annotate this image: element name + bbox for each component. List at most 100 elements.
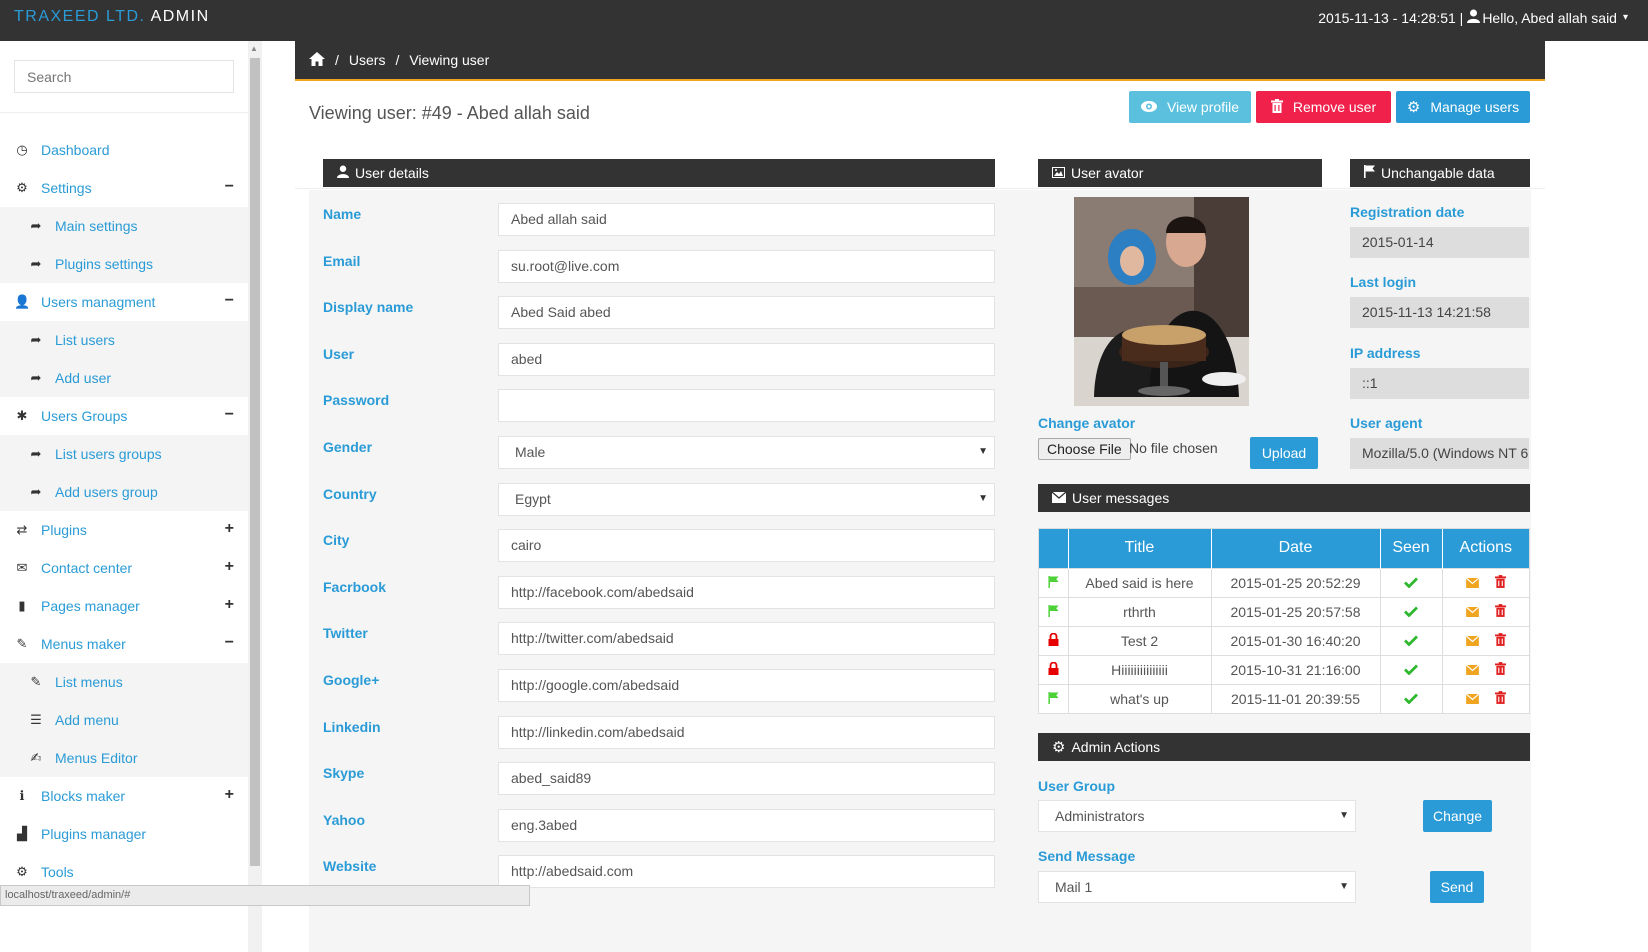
sidebar-item-add-menu[interactable]: ☰ Add menu [0, 701, 248, 739]
collapse-icon[interactable]: − [225, 292, 234, 310]
collapse-icon[interactable]: − [225, 178, 234, 196]
sidebar-item-list-menus[interactable]: ✎ List menus [0, 663, 248, 701]
sidebar-item-label: Pages manager [41, 598, 140, 614]
sidebar-item-plugins[interactable]: ⇄ Plugins + [0, 511, 248, 549]
reply-envelope-icon[interactable] [1465, 691, 1479, 707]
col-date[interactable]: Date [1211, 529, 1381, 568]
delete-trash-icon[interactable] [1494, 632, 1506, 649]
collapse-icon[interactable]: − [225, 406, 234, 424]
sidebar-item-main-settings[interactable]: ➦ Main settings [0, 207, 248, 245]
sidebar-item-blocks-maker[interactable]: ℹ Blocks maker + [0, 777, 248, 815]
info-icon: ℹ [19, 788, 25, 803]
search-input[interactable] [14, 60, 234, 93]
change-group-button[interactable]: Change [1423, 800, 1492, 832]
user-agent-value: Mozilla/5.0 (Windows NT 6 [1350, 437, 1529, 469]
password-field[interactable] [498, 389, 995, 423]
message-date: 2015-10-31 21:16:00 [1211, 654, 1381, 684]
reply-envelope-icon[interactable] [1465, 633, 1479, 649]
messages-table: Title Date Seen Actions Abed said is her… [1038, 528, 1530, 714]
reply-envelope-icon[interactable] [1465, 604, 1479, 620]
table-row[interactable]: rthrth 2015-01-25 20:57:58 [1039, 596, 1529, 626]
home-icon[interactable] [309, 51, 325, 69]
page-title: Viewing user: #49 - Abed allah said [309, 103, 590, 123]
choose-file-button[interactable]: Choose File [1038, 438, 1131, 460]
sidebar-item-pages-manager[interactable]: ▮ Pages manager + [0, 587, 248, 625]
edit-icon: ✍ [30, 750, 42, 765]
delete-trash-icon[interactable] [1494, 661, 1506, 678]
sidebar-item-contact-center[interactable]: ✉ Contact center + [0, 549, 248, 587]
message-title[interactable]: Hiiiiiiiiiiiiiii [1068, 654, 1212, 684]
reply-envelope-icon[interactable] [1465, 662, 1479, 678]
skype-field[interactable]: abed_said89 [498, 762, 995, 796]
table-row[interactable]: Abed said is here 2015-01-25 20:52:29 [1039, 567, 1529, 597]
remove-user-label: Remove user [1292, 99, 1377, 115]
google--field[interactable]: http://google.com/abedsaid [498, 669, 995, 702]
sidebar-item-plugins-settings[interactable]: ➦ Plugins settings [0, 245, 248, 283]
expand-icon[interactable]: + [225, 520, 234, 538]
sidebar-item-users-groups[interactable]: ✱ Users Groups − [0, 397, 248, 435]
table-row[interactable]: Test 2 2015-01-30 16:40:20 [1039, 625, 1529, 655]
sidebar-item-label: Add users group [55, 484, 158, 500]
gender-select[interactable]: Male ▼ [498, 436, 995, 469]
email-label: Email [323, 252, 361, 269]
envelope-icon: ✉ [16, 560, 28, 575]
view-profile-button[interactable]: View profile [1129, 91, 1251, 123]
collapse-icon[interactable]: − [225, 634, 234, 652]
email-field[interactable]: su.root@live.com [498, 249, 995, 283]
message-date: 2015-01-25 20:52:29 [1211, 567, 1381, 597]
col-title[interactable]: Title [1068, 529, 1212, 568]
twitter-field[interactable]: http://twitter.com/abedsaid [498, 622, 995, 656]
table-row[interactable]: Hiiiiiiiiiiiiiii 2015-10-31 21:16:00 [1039, 654, 1529, 684]
share-icon: ➦ [30, 256, 42, 271]
table-row[interactable]: what's up 2015-11-01 20:39:55 [1039, 683, 1529, 713]
user-field[interactable]: abed [498, 342, 995, 376]
country-select[interactable]: Egypt ▼ [498, 482, 995, 516]
col-seen[interactable]: Seen [1380, 529, 1443, 568]
display-name-field[interactable]: Abed Said abed [498, 296, 995, 330]
expand-icon[interactable]: + [225, 786, 234, 804]
sidebar-scrollbar-thumb[interactable] [250, 58, 260, 866]
city-field[interactable]: cairo [498, 529, 995, 563]
breadcrumb-users[interactable]: Users [349, 52, 386, 68]
sidebar-item-settings[interactable]: ⚙ Settings − [0, 169, 248, 207]
sidebar-item-add-users-group[interactable]: ➦ Add users group [0, 473, 248, 511]
reply-envelope-icon[interactable] [1465, 575, 1479, 591]
expand-icon[interactable]: + [225, 558, 234, 576]
sidebar-item-label: List menus [55, 674, 123, 690]
sidebar-item-menus-maker[interactable]: ✎ Menus maker − [0, 625, 248, 663]
remove-user-button[interactable]: Remove user [1256, 91, 1391, 123]
delete-trash-icon[interactable] [1494, 603, 1506, 620]
facrbook-field[interactable]: http://facebook.com/abedsaid [498, 575, 995, 609]
message-title[interactable]: Test 2 [1068, 625, 1212, 655]
yahoo-field[interactable]: eng.3abed [498, 808, 995, 842]
sidebar-item-menus-editor[interactable]: ✍ Menus Editor [0, 739, 248, 777]
expand-icon[interactable]: + [225, 596, 234, 614]
brand-suffix: ADMIN [150, 8, 210, 25]
delete-trash-icon[interactable] [1494, 574, 1506, 591]
user-icon [1467, 9, 1481, 26]
scroll-up-icon[interactable]: ▲ [250, 44, 258, 53]
linkedin-field[interactable]: http://linkedin.com/abedsaid [498, 715, 995, 749]
name-field[interactable]: Abed allah said [498, 203, 995, 236]
manage-users-button[interactable]: ⚙ Manage users [1396, 91, 1530, 123]
user-menu[interactable]: 2015-11-13 - 14:28:51 | Hello, Abed alla… [1318, 9, 1628, 26]
website-field[interactable]: http://abedsaid.com [498, 855, 995, 889]
top-navbar: TRAXEED LTD. ADMIN 2015-11-13 - 14:28:51… [0, 0, 1648, 41]
upload-button[interactable]: Upload [1250, 437, 1318, 469]
brand-logo[interactable]: TRAXEED LTD. ADMIN [14, 8, 210, 26]
message-template-select[interactable]: Mail 1 ▼ [1038, 871, 1356, 903]
sidebar-item-users-managment[interactable]: 👤 Users managment − [0, 283, 248, 321]
sidebar-item-dashboard[interactable]: ◷ Dashboard [0, 131, 248, 169]
lock-icon [1039, 625, 1069, 655]
message-title[interactable]: Abed said is here [1068, 567, 1212, 597]
sidebar-item-add-user[interactable]: ➦ Add user [0, 359, 248, 397]
sidebar-item-plugins-manager[interactable]: ▟ Plugins manager [0, 815, 248, 853]
sidebar-item-list-users[interactable]: ➦ List users [0, 321, 248, 359]
message-title[interactable]: what's up [1068, 683, 1212, 713]
message-title[interactable]: rthrth [1068, 596, 1212, 626]
sidebar-item-list-users-groups[interactable]: ➦ List users groups [0, 435, 248, 473]
send-message-button[interactable]: Send [1430, 871, 1484, 903]
user-group-select[interactable]: Administrators ▼ [1038, 800, 1356, 832]
delete-trash-icon[interactable] [1494, 690, 1506, 707]
message-date: 2015-01-25 20:57:58 [1211, 596, 1381, 626]
